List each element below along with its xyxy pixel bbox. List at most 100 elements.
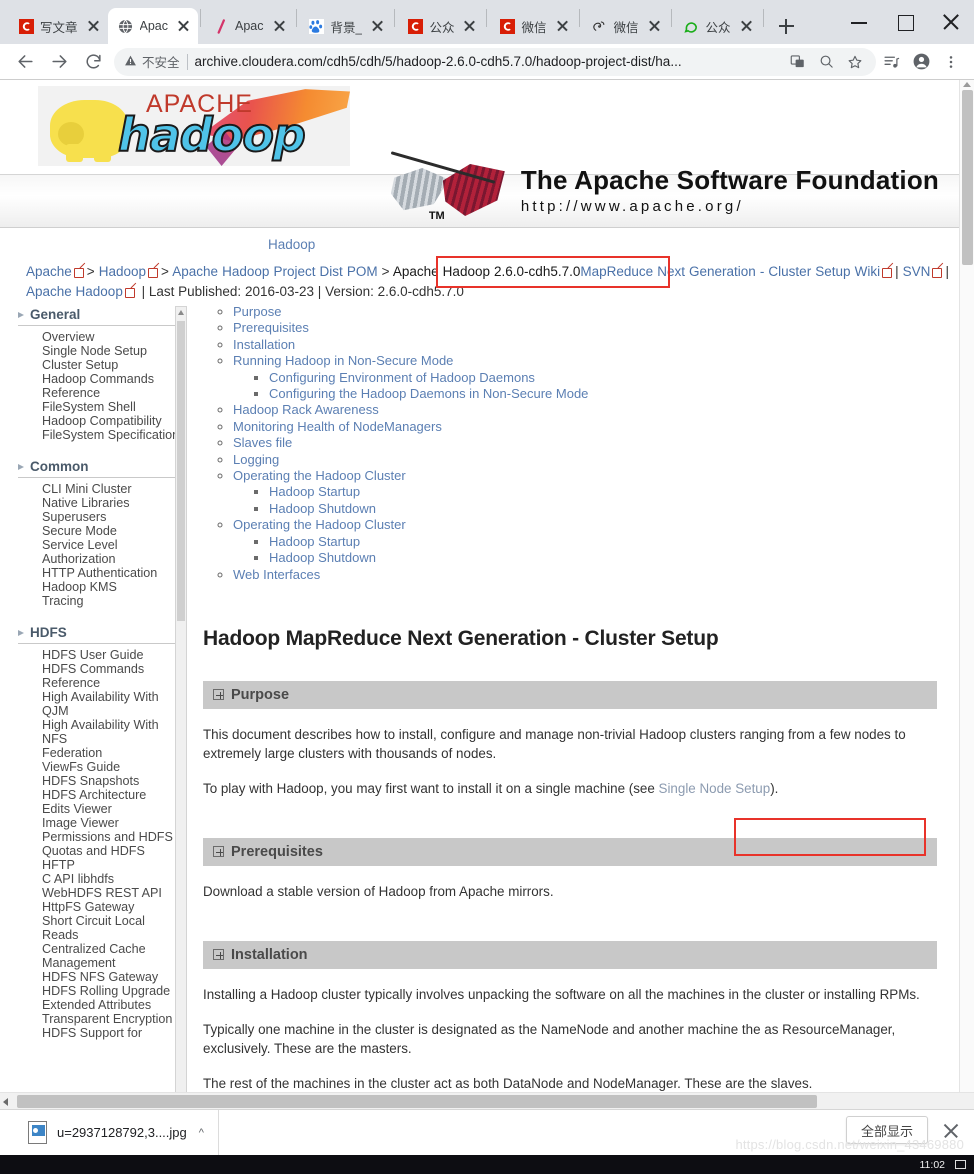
toc-link-rack-awareness[interactable]: Hadoop Rack Awareness bbox=[233, 402, 379, 417]
sidebar-item-hadoop-commands-reference[interactable]: Hadoop Commands Reference bbox=[18, 372, 183, 400]
sidebar-item-http-authentication[interactable]: HTTP Authentication bbox=[18, 566, 183, 580]
sidebar-item-transparent-encryption[interactable]: Transparent Encryption bbox=[18, 1012, 183, 1026]
expand-toggle-icon[interactable] bbox=[213, 949, 224, 961]
not-secure-indicator[interactable]: 不安全 bbox=[124, 52, 180, 71]
sidebar-item-overview[interactable]: Overview bbox=[18, 330, 183, 344]
section-header-prerequisites[interactable]: Prerequisites bbox=[203, 837, 937, 866]
profile-icon[interactable] bbox=[906, 45, 936, 79]
tab-close-icon[interactable] bbox=[555, 18, 571, 34]
url-text[interactable]: archive.cloudera.com/cdh5/cdh/5/hadoop-2… bbox=[195, 54, 779, 69]
browser-tab-5[interactable]: 微信 bbox=[489, 8, 576, 44]
browser-tab-0[interactable]: 写文章 bbox=[8, 8, 108, 44]
sidebar-scrollbar[interactable] bbox=[175, 306, 187, 1092]
browser-tab-1[interactable]: Apac bbox=[107, 8, 199, 44]
sidebar-item-c-api-libhdfs[interactable]: C API libhdfs bbox=[18, 872, 183, 886]
horizontal-scroll-thumb[interactable] bbox=[17, 1095, 817, 1108]
show-all-downloads-button[interactable]: 全部显示 bbox=[845, 1116, 928, 1144]
sidebar-item-native-libraries[interactable]: Native Libraries bbox=[18, 496, 183, 510]
tab-close-icon[interactable] bbox=[647, 18, 663, 34]
page-horizontal-scrollbar[interactable] bbox=[0, 1092, 974, 1109]
breadcrumb-item-apache-hadoop-version[interactable]: Apache Hadoop 2.6.0-cdh5.7.0 bbox=[393, 264, 581, 279]
browser-tab-2[interactable]: Apac bbox=[203, 8, 294, 44]
toc-link-prerequisites[interactable]: Prerequisites bbox=[233, 320, 309, 335]
download-item[interactable]: u=2937128792,3....jpg ^ bbox=[0, 1110, 219, 1155]
sidebar-item-hadoop-compatibility[interactable]: Hadoop Compatibility bbox=[18, 414, 183, 428]
sidebar-item-quotas-and-hdfs[interactable]: Quotas and HDFS bbox=[18, 844, 183, 858]
sidebar-item-hdfs-architecture[interactable]: HDFS Architecture bbox=[18, 788, 183, 802]
toc-link-running-hadoop-non-secure[interactable]: Running Hadoop in Non-Secure Mode bbox=[233, 353, 453, 368]
section-header-installation[interactable]: Installation bbox=[203, 940, 937, 969]
minimize-icon[interactable] bbox=[836, 7, 882, 37]
scroll-left-arrow-icon[interactable] bbox=[3, 1098, 8, 1106]
chevron-up-icon[interactable]: ^ bbox=[199, 1127, 204, 1139]
sidebar-item-centralized-cache-management[interactable]: Centralized Cache Management bbox=[18, 942, 183, 970]
toc-link-operating-cluster-1[interactable]: Operating the Hadoop Cluster bbox=[233, 468, 406, 483]
sidebar-item-edits-viewer[interactable]: Edits Viewer bbox=[18, 802, 183, 816]
sidebar-item-secure-mode[interactable]: Secure Mode bbox=[18, 524, 183, 538]
sidebar-item-httpfs-gateway[interactable]: HttpFS Gateway bbox=[18, 900, 183, 914]
toc-link-slaves-file[interactable]: Slaves file bbox=[233, 435, 292, 450]
page-vertical-scrollbar[interactable] bbox=[959, 80, 974, 1092]
toc-link-hadoop-startup-1[interactable]: Hadoop Startup bbox=[269, 484, 360, 499]
tab-close-icon[interactable] bbox=[370, 18, 386, 34]
sidebar-item-high-availability-with-nfs[interactable]: High Availability With NFS bbox=[18, 718, 183, 746]
browser-tab-4[interactable]: 公众 bbox=[397, 8, 484, 44]
tab-close-icon[interactable] bbox=[739, 18, 755, 34]
sidebar-item-filesystem-specification[interactable]: FileSystem Specification bbox=[18, 428, 183, 442]
breadcrumb-item-project-dist-pom[interactable]: Apache Hadoop Project Dist POM bbox=[172, 264, 377, 279]
maximize-icon[interactable] bbox=[882, 7, 928, 37]
sidebar-item-short-circuit-local-reads[interactable]: Short Circuit Local Reads bbox=[18, 914, 183, 942]
toc-link-logging[interactable]: Logging bbox=[233, 452, 279, 467]
sidebar-item-hdfs-commands-reference[interactable]: HDFS Commands Reference bbox=[18, 662, 183, 690]
toc-link-purpose[interactable]: Purpose bbox=[233, 304, 281, 319]
tray-icon-3[interactable] bbox=[898, 1160, 910, 1170]
tray-icon-2[interactable] bbox=[876, 1160, 888, 1170]
toc-link-configuring-environment[interactable]: Configuring Environment of Hadoop Daemon… bbox=[269, 370, 535, 385]
sidebar-item-webhdfs-rest-api[interactable]: WebHDFS REST API bbox=[18, 886, 183, 900]
sidebar-item-superusers[interactable]: Superusers bbox=[18, 510, 183, 524]
sidebar-item-extended-attributes[interactable]: Extended Attributes bbox=[18, 998, 183, 1012]
vertical-scroll-thumb[interactable] bbox=[962, 90, 973, 265]
sidebar-item-service-level-authorization[interactable]: Service Level Authorization bbox=[18, 538, 183, 566]
hadoop-nav-link[interactable]: Hadoop bbox=[268, 237, 315, 252]
star-icon[interactable] bbox=[844, 51, 866, 73]
new-tab-button[interactable] bbox=[772, 12, 800, 40]
browser-tab-6[interactable]: 微信 bbox=[582, 8, 669, 44]
breadcrumb-item-apache[interactable]: Apache bbox=[26, 264, 72, 279]
sidebar-scroll-thumb[interactable] bbox=[177, 321, 185, 621]
sidebar-item-hdfs-user-guide[interactable]: HDFS User Guide bbox=[18, 648, 183, 662]
sidebar-group-title[interactable]: Common bbox=[18, 456, 183, 478]
taskbar-clock[interactable]: 11:02 bbox=[920, 1159, 946, 1171]
sidebar-item-hadoop-kms[interactable]: Hadoop KMS bbox=[18, 580, 183, 594]
toc-link-installation[interactable]: Installation bbox=[233, 337, 295, 352]
close-icon[interactable] bbox=[928, 7, 974, 37]
sidebar-item-cli-mini-cluster[interactable]: CLI Mini Cluster bbox=[18, 482, 183, 496]
sidebar-item-hftp[interactable]: HFTP bbox=[18, 858, 183, 872]
toc-link-hadoop-shutdown-1[interactable]: Hadoop Shutdown bbox=[269, 501, 376, 516]
sidebar-item-filesystem-shell[interactable]: FileSystem Shell bbox=[18, 400, 183, 414]
tab-close-icon[interactable] bbox=[86, 18, 102, 34]
sidebar-item-hdfs-nfs-gateway[interactable]: HDFS NFS Gateway bbox=[18, 970, 183, 984]
sidebar-item-permissions-and-hdfs[interactable]: Permissions and HDFS bbox=[18, 830, 183, 844]
sidebar-group-title[interactable]: General bbox=[18, 304, 183, 326]
scroll-up-arrow-icon[interactable] bbox=[178, 310, 184, 315]
toc-link-configuring-daemons[interactable]: Configuring the Hadoop Daemons in Non-Se… bbox=[269, 386, 588, 401]
expand-toggle-icon[interactable] bbox=[213, 846, 224, 858]
back-arrow-icon[interactable] bbox=[8, 45, 42, 79]
tab-close-icon[interactable] bbox=[462, 18, 478, 34]
reload-icon[interactable] bbox=[76, 45, 110, 79]
close-download-bar-icon[interactable] bbox=[942, 1122, 960, 1140]
forward-arrow-icon[interactable] bbox=[42, 45, 76, 79]
sidebar-item-image-viewer[interactable]: Image Viewer bbox=[18, 816, 183, 830]
browser-tab-3[interactable]: 背景_ bbox=[299, 8, 393, 44]
tray-icon-1[interactable] bbox=[854, 1160, 866, 1170]
sidebar-item-hdfs-rolling-upgrade[interactable]: HDFS Rolling Upgrade bbox=[18, 984, 183, 998]
translate-icon[interactable] bbox=[786, 51, 808, 73]
scroll-up-arrow-icon[interactable] bbox=[963, 82, 971, 87]
single-node-setup-link[interactable]: Single Node Setup bbox=[659, 781, 771, 796]
breadcrumb-apache-hadoop-link[interactable]: Apache Hadoop bbox=[26, 284, 123, 299]
section-header-purpose[interactable]: Purpose bbox=[203, 680, 937, 709]
expand-toggle-icon[interactable] bbox=[213, 689, 224, 701]
toc-link-hadoop-shutdown-2[interactable]: Hadoop Shutdown bbox=[269, 550, 376, 565]
sidebar-item-single-node-setup[interactable]: Single Node Setup bbox=[18, 344, 183, 358]
